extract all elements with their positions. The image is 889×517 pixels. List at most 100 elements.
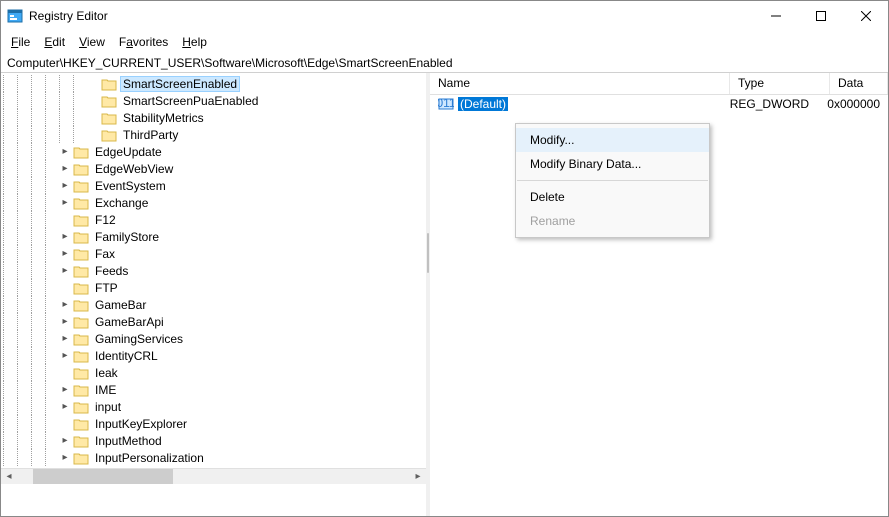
chevron-right-icon[interactable]: ▸ [59,333,71,345]
scroll-right-icon[interactable]: ▸ [410,469,426,484]
context-menu-modify-binary-data[interactable]: Modify Binary Data... [516,152,709,176]
column-header-type[interactable]: Type [730,73,830,94]
minimize-button[interactable] [753,1,798,31]
tree-item-label: FTP [93,281,120,295]
tree-item-feeds[interactable]: ▸Feeds [3,262,426,279]
context-menu-modify[interactable]: Modify... [516,128,709,152]
tree-item-edgeupdate[interactable]: ▸EdgeUpdate [3,143,426,160]
folder-icon [73,230,89,244]
folder-icon [101,111,117,125]
tree-item-inputkeyexplorer[interactable]: ▸InputKeyExplorer [3,415,426,432]
maximize-button[interactable] [798,1,843,31]
folder-icon [73,179,89,193]
menu-help[interactable]: Help [176,33,213,51]
tree-item-eventsystem[interactable]: ▸EventSystem [3,177,426,194]
menu-file[interactable]: File [5,33,36,51]
tree-item-label: Exchange [93,196,150,210]
folder-icon [73,145,89,159]
tree-item-label: GamingServices [93,332,185,346]
column-header-name[interactable]: Name [430,73,730,94]
folder-icon [73,281,89,295]
chevron-right-icon[interactable]: ▸ [59,384,71,396]
address-bar[interactable]: Computer\HKEY_CURRENT_USER\Software\Micr… [1,53,888,73]
chevron-right-icon[interactable]: ▸ [59,231,71,243]
registry-editor-window: Registry Editor FileEditViewFavoritesHel… [0,0,889,517]
menu-favorites[interactable]: Favorites [113,33,174,51]
dword-value-icon: 011 [438,96,454,112]
tree-item-ftp[interactable]: ▸FTP [3,279,426,296]
tree-item-stabilitymetrics[interactable]: ▸StabilityMetrics [3,109,426,126]
folder-icon [73,196,89,210]
folder-icon [73,332,89,346]
tree-item-smartscreenenabled[interactable]: ▸SmartScreenEnabled [3,75,426,92]
tree-item-inputmethod[interactable]: ▸InputMethod [3,432,426,449]
tree-item-inputpersonalization[interactable]: ▸ InputPersonalization [3,449,426,466]
chevron-right-icon[interactable]: ▸ [59,163,71,175]
tree-item-label: IdentityCRL [93,349,160,363]
tree-item-gamebarapi[interactable]: ▸ GameBarApi [3,313,426,330]
chevron-right-icon[interactable]: ▸ [59,452,71,464]
folder-icon [73,247,89,261]
tree-item-edgewebview[interactable]: ▸EdgeWebView [3,160,426,177]
address-path: Computer\HKEY_CURRENT_USER\Software\Micr… [7,56,453,70]
scroll-left-icon[interactable]: ◂ [1,469,17,484]
chevron-right-icon[interactable]: ▸ [59,265,71,277]
context-menu-separator [517,180,708,181]
tree-item-ieak[interactable]: ▸Ieak [3,364,426,381]
values-pane: Name Type Data 011(Default)REG_DWORD0x00… [430,73,888,516]
chevron-right-icon[interactable]: ▸ [59,435,71,447]
tree-pane[interactable]: ▸SmartScreenEnabled▸SmartScreenPuaEnable… [1,73,426,516]
tree-item-gamingservices[interactable]: ▸ GamingServices [3,330,426,347]
chevron-right-icon[interactable]: ▸ [59,248,71,260]
titlebar[interactable]: Registry Editor [1,1,888,31]
chevron-right-icon[interactable]: ▸ [59,146,71,158]
tree-item-smartscreenpuaenabled[interactable]: ▸SmartScreenPuaEnabled [3,92,426,109]
value-row[interactable]: 011(Default)REG_DWORD0x000000 [430,95,888,113]
window-title: Registry Editor [29,9,108,23]
svg-text:011: 011 [438,96,454,110]
tree-item-input[interactable]: ▸ input [3,398,426,415]
tree-item-familystore[interactable]: ▸ FamilyStore [3,228,426,245]
tree-item-label: StabilityMetrics [121,111,206,125]
chevron-right-icon[interactable]: ▸ [59,401,71,413]
menu-edit[interactable]: Edit [38,33,71,51]
tree-item-identitycrl[interactable]: ▸ IdentityCRL [3,347,426,364]
context-menu: Modify...Modify Binary Data...DeleteRena… [515,123,710,238]
chevron-right-icon[interactable]: ▸ [59,197,71,209]
tree-item-thirdparty[interactable]: ▸ThirdParty [3,126,426,143]
tree-item-exchange[interactable]: ▸ Exchange [3,194,426,211]
chevron-right-icon[interactable]: ▸ [59,350,71,362]
list-body[interactable]: 011(Default)REG_DWORD0x000000 Modify...M… [430,95,888,516]
tree-item-label: input [93,400,123,414]
context-menu-delete[interactable]: Delete [516,185,709,209]
tree-item-label: InputPersonalization [93,451,206,465]
scroll-thumb[interactable] [33,469,173,484]
folder-icon [73,315,89,329]
tree-item-label: F12 [93,213,118,227]
tree-item-label: FamilyStore [93,230,161,244]
close-button[interactable] [843,1,888,31]
tree-item-label: Fax [93,247,117,261]
chevron-right-icon[interactable]: ▸ [59,299,71,311]
list-header[interactable]: Name Type Data [430,73,888,95]
tree-item-fax[interactable]: ▸ Fax [3,245,426,262]
folder-icon [101,94,117,108]
tree-item-f12[interactable]: ▸F12 [3,211,426,228]
tree-item-label: ThirdParty [121,128,180,142]
tree-item-label: IME [93,383,118,397]
tree-item-label: GameBarApi [93,315,166,329]
app-icon [7,8,23,24]
menubar: FileEditViewFavoritesHelp [1,31,888,53]
tree-horizontal-scrollbar[interactable]: ◂ ▸ [1,468,426,484]
value-data: 0x000000 [819,96,888,112]
folder-icon [73,383,89,397]
column-header-data[interactable]: Data [830,73,888,94]
chevron-right-icon[interactable]: ▸ [59,316,71,328]
folder-icon [73,264,89,278]
menu-view[interactable]: View [73,33,111,51]
tree-item-ime[interactable]: ▸ IME [3,381,426,398]
folder-icon [73,366,89,380]
main-split: ▸SmartScreenEnabled▸SmartScreenPuaEnable… [1,73,888,516]
chevron-right-icon[interactable]: ▸ [59,180,71,192]
tree-item-gamebar[interactable]: ▸GameBar [3,296,426,313]
